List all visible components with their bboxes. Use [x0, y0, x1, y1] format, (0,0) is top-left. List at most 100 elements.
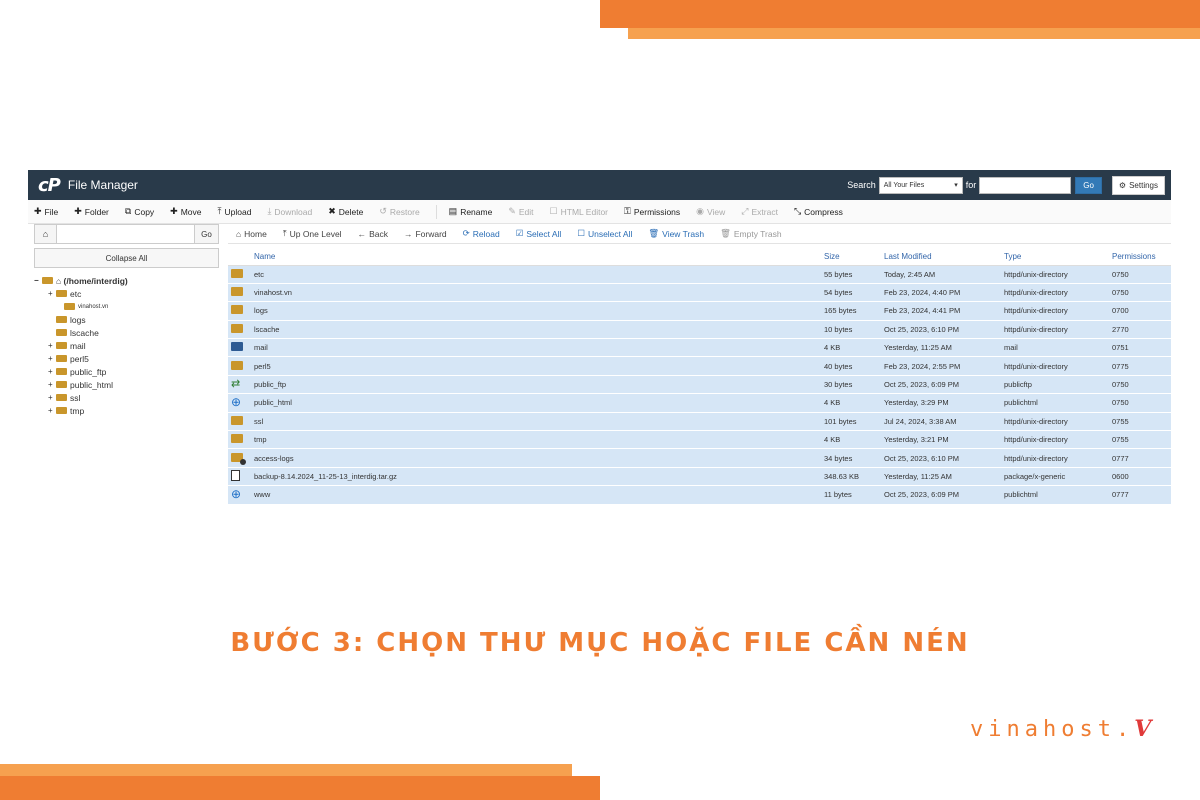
table-row[interactable]: ⇄ public_ftp 30 bytes Oct 25, 2023, 6:09 PM… — [228, 375, 1171, 395]
home-icon: ⌂ — [236, 228, 242, 239]
name-column-header[interactable]: Name — [250, 248, 820, 266]
settings-button[interactable]: ⚙ Settings — [1111, 175, 1165, 195]
tree-go-button[interactable]: Go — [194, 225, 218, 243]
permissions-label: Permissions — [633, 206, 681, 217]
navigation-toolbar: ⌂ Home ⤒ Up One Level ← Back → Forward ⟳ Relo… — [228, 224, 1171, 244]
edit-button[interactable]: ✎ Edit — [508, 206, 533, 217]
move-button[interactable]: ✚ Move — [170, 206, 201, 217]
empty-trash-button[interactable]: 🗑 Empty Trash — [720, 228, 782, 239]
file-icon-cell — [228, 301, 250, 321]
unselect-all-button[interactable]: ☐ Unselect All — [577, 228, 632, 239]
download-button[interactable]: ⤓ Download — [267, 206, 312, 217]
delete-button[interactable]: ✖ Delete — [328, 206, 363, 217]
view-trash-button[interactable]: 🗑 View Trash — [648, 228, 704, 239]
expand-icon[interactable]: + — [48, 367, 56, 376]
upload-icon: ⤒ — [217, 206, 222, 216]
top-accent-bar-light — [628, 28, 1200, 39]
table-row[interactable]: logs 165 bytes Feb 23, 2024, 4:41 PM httpd/… — [228, 301, 1171, 321]
table-row[interactable]: lscache 10 bytes Oct 25, 2023, 6:10 PM http… — [228, 320, 1171, 340]
expand-icon[interactable]: + — [48, 393, 56, 402]
restore-button[interactable]: ↺ Restore — [379, 206, 419, 217]
file-name: perl5 — [250, 356, 820, 376]
table-row[interactable]: ⊕ public_html 4 KB Yesterday, 3:29 PM public… — [228, 393, 1171, 413]
copy-label: Copy — [134, 206, 155, 217]
toolbar-divider — [435, 204, 437, 219]
file-table: Name Size Last Modified Type Permissions… — [228, 248, 1171, 505]
file-type: httpd/unix-directory — [1000, 448, 1108, 468]
tree-item-ssl[interactable]: + ssl — [34, 391, 219, 404]
view-button[interactable]: ◉ View — [696, 206, 725, 217]
tree-item-public-html[interactable]: + public_html — [34, 378, 219, 391]
table-row[interactable]: access-logs 34 bytes Oct 25, 2023, 6:10 PM… — [228, 448, 1171, 468]
permissions-button[interactable]: ⚿ Permissions — [624, 206, 680, 217]
back-button[interactable]: ← Back — [358, 229, 388, 239]
home-button[interactable]: ⌂ Home — [236, 229, 267, 239]
tree-item-public-ftp[interactable]: + public_ftp — [34, 365, 219, 378]
table-row[interactable]: mail 4 KB Yesterday, 11:25 AM mail 0751 — [228, 338, 1171, 358]
compress-button[interactable]: ⤡ Compress — [794, 206, 843, 217]
file-permissions: 0775 — [1108, 356, 1171, 376]
copy-button[interactable]: ⧉ Copy — [125, 206, 154, 217]
search-go-button[interactable]: Go — [1075, 176, 1102, 194]
search-scope-select[interactable]: All Your Files ▾ — [878, 176, 963, 194]
type-column-header[interactable]: Type — [1000, 248, 1108, 266]
table-row[interactable]: ssl 101 bytes Jul 24, 2024, 3:38 AM httpd/u… — [228, 412, 1171, 432]
file-icon-cell — [228, 467, 250, 487]
extract-button[interactable]: ⤢ Extract — [741, 206, 778, 217]
permissions-column-header[interactable]: Permissions — [1108, 248, 1171, 266]
up-one-level-button[interactable]: ⤒ Up One Level — [283, 228, 342, 239]
table-row[interactable]: perl5 40 bytes Feb 23, 2024, 2:55 PM httpd/… — [228, 356, 1171, 376]
tree-item-etc[interactable]: + etc — [34, 287, 219, 300]
modified-column-header[interactable]: Last Modified — [880, 248, 1000, 266]
html-editor-button[interactable]: ☐ HTML Editor — [550, 206, 608, 217]
expand-icon[interactable]: + — [48, 380, 56, 389]
rename-button[interactable]: ▤ Rename — [449, 206, 493, 217]
upload-button[interactable]: ⤒ Upload — [218, 206, 252, 217]
table-row[interactable]: etc 55 bytes Today, 2:45 AM httpd/unix-dire… — [228, 265, 1171, 284]
file-size: 4 KB — [820, 393, 880, 413]
tree-item-tmp[interactable]: + tmp — [34, 404, 219, 417]
reload-label: Reload — [472, 228, 500, 239]
file-type: publichtml — [1000, 393, 1108, 413]
tree-root[interactable]: − ⌂ (/home/interdig) — [34, 274, 219, 287]
cpanel-logo-icon[interactable]: cP — [38, 175, 61, 196]
file-type: httpd/unix-directory — [1000, 301, 1108, 321]
tree-item-label: mail — [70, 340, 86, 351]
file-name: lscache — [250, 320, 820, 340]
table-row[interactable]: vinahost.vn 54 bytes Feb 23, 2024, 4:40 PM… — [228, 283, 1171, 303]
tree-item-lscache[interactable]: lscache — [34, 326, 219, 339]
expand-icon[interactable]: + — [48, 341, 56, 350]
reload-button[interactable]: ⟳ Reload — [463, 228, 500, 239]
table-row[interactable]: ⊕ www 11 bytes Oct 25, 2023, 6:09 PM publich… — [228, 485, 1171, 505]
collapse-icon[interactable]: − — [34, 276, 42, 285]
file-icon-cell — [228, 338, 250, 358]
new-folder-button[interactable]: ✚ Folder — [74, 206, 109, 217]
tree-item-perl5[interactable]: + perl5 — [34, 352, 219, 365]
search-input[interactable] — [979, 176, 1072, 194]
forward-button[interactable]: → Forward — [404, 229, 447, 239]
size-column-header[interactable]: Size — [820, 248, 880, 266]
file-name: tmp — [250, 430, 820, 450]
new-file-button[interactable]: ✚ File — [34, 206, 58, 217]
expand-icon[interactable]: + — [48, 406, 56, 415]
file-permissions: 0600 — [1108, 467, 1171, 487]
expand-icon[interactable]: + — [48, 354, 56, 363]
tree-path-input[interactable] — [57, 225, 194, 243]
select-all-label: Select All — [526, 228, 562, 239]
expand-icon[interactable]: + — [48, 289, 56, 298]
tree-item-mail[interactable]: + mail — [34, 339, 219, 352]
table-row[interactable]: tmp 4 KB Yesterday, 3:21 PM httpd/unix-dire… — [228, 430, 1171, 450]
tree-item-logs[interactable]: logs — [34, 313, 219, 326]
folder-icon — [231, 268, 243, 278]
collapse-all-button[interactable]: Collapse All — [34, 248, 219, 268]
gear-icon: ⚙ — [1118, 180, 1127, 190]
tree-item-vinahost[interactable]: vinahost.vn — [34, 300, 219, 313]
trash-icon: 🗑 — [720, 228, 731, 238]
download-icon: ⤓ — [267, 206, 272, 216]
home-icon[interactable]: ⌂ — [35, 225, 57, 243]
delete-label: Delete — [338, 206, 364, 217]
select-all-button[interactable]: ☑ Select All — [516, 228, 562, 239]
tree-item-label: etc — [70, 288, 82, 299]
file-permissions: 0750 — [1108, 393, 1171, 413]
table-row[interactable]: backup-8.14.2024_11-25-13_interdig.tar.g… — [228, 467, 1171, 487]
